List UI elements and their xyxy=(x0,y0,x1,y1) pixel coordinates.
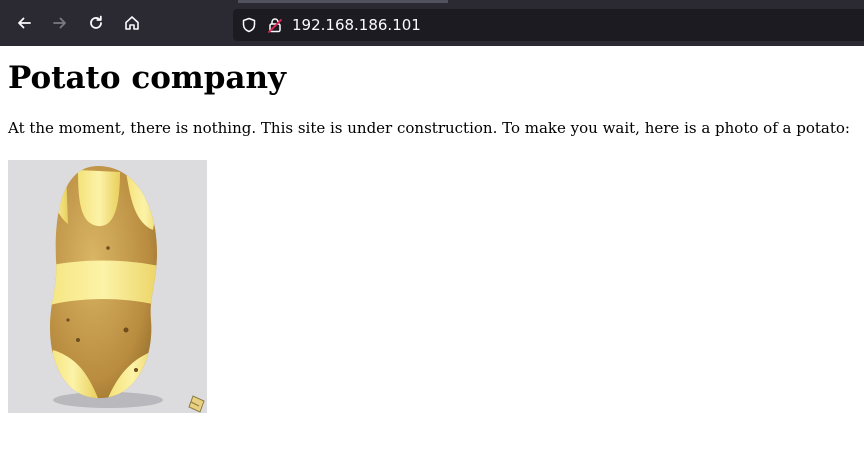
page-content: Potato company At the moment, there is n… xyxy=(0,58,864,139)
home-icon xyxy=(125,16,139,30)
forward-button[interactable] xyxy=(42,5,78,41)
active-tab-edge xyxy=(238,0,448,3)
potato-photo xyxy=(8,160,207,413)
shield-icon[interactable] xyxy=(241,17,257,33)
url-text[interactable]: 192.168.186.101 xyxy=(292,16,421,34)
url-bar[interactable]: 192.168.186.101 xyxy=(233,9,864,41)
reload-icon xyxy=(90,15,102,29)
back-button[interactable] xyxy=(6,5,42,41)
intro-paragraph: At the moment, there is nothing. This si… xyxy=(8,119,850,137)
reload-button[interactable] xyxy=(78,5,114,41)
browser-toolbar: 192.168.186.101 xyxy=(0,0,864,46)
insecure-lock-icon[interactable] xyxy=(267,17,283,33)
arrow-right-icon xyxy=(53,17,66,29)
page-title: Potato company xyxy=(8,60,287,96)
arrow-left-icon xyxy=(18,17,31,29)
home-button[interactable] xyxy=(114,5,150,41)
